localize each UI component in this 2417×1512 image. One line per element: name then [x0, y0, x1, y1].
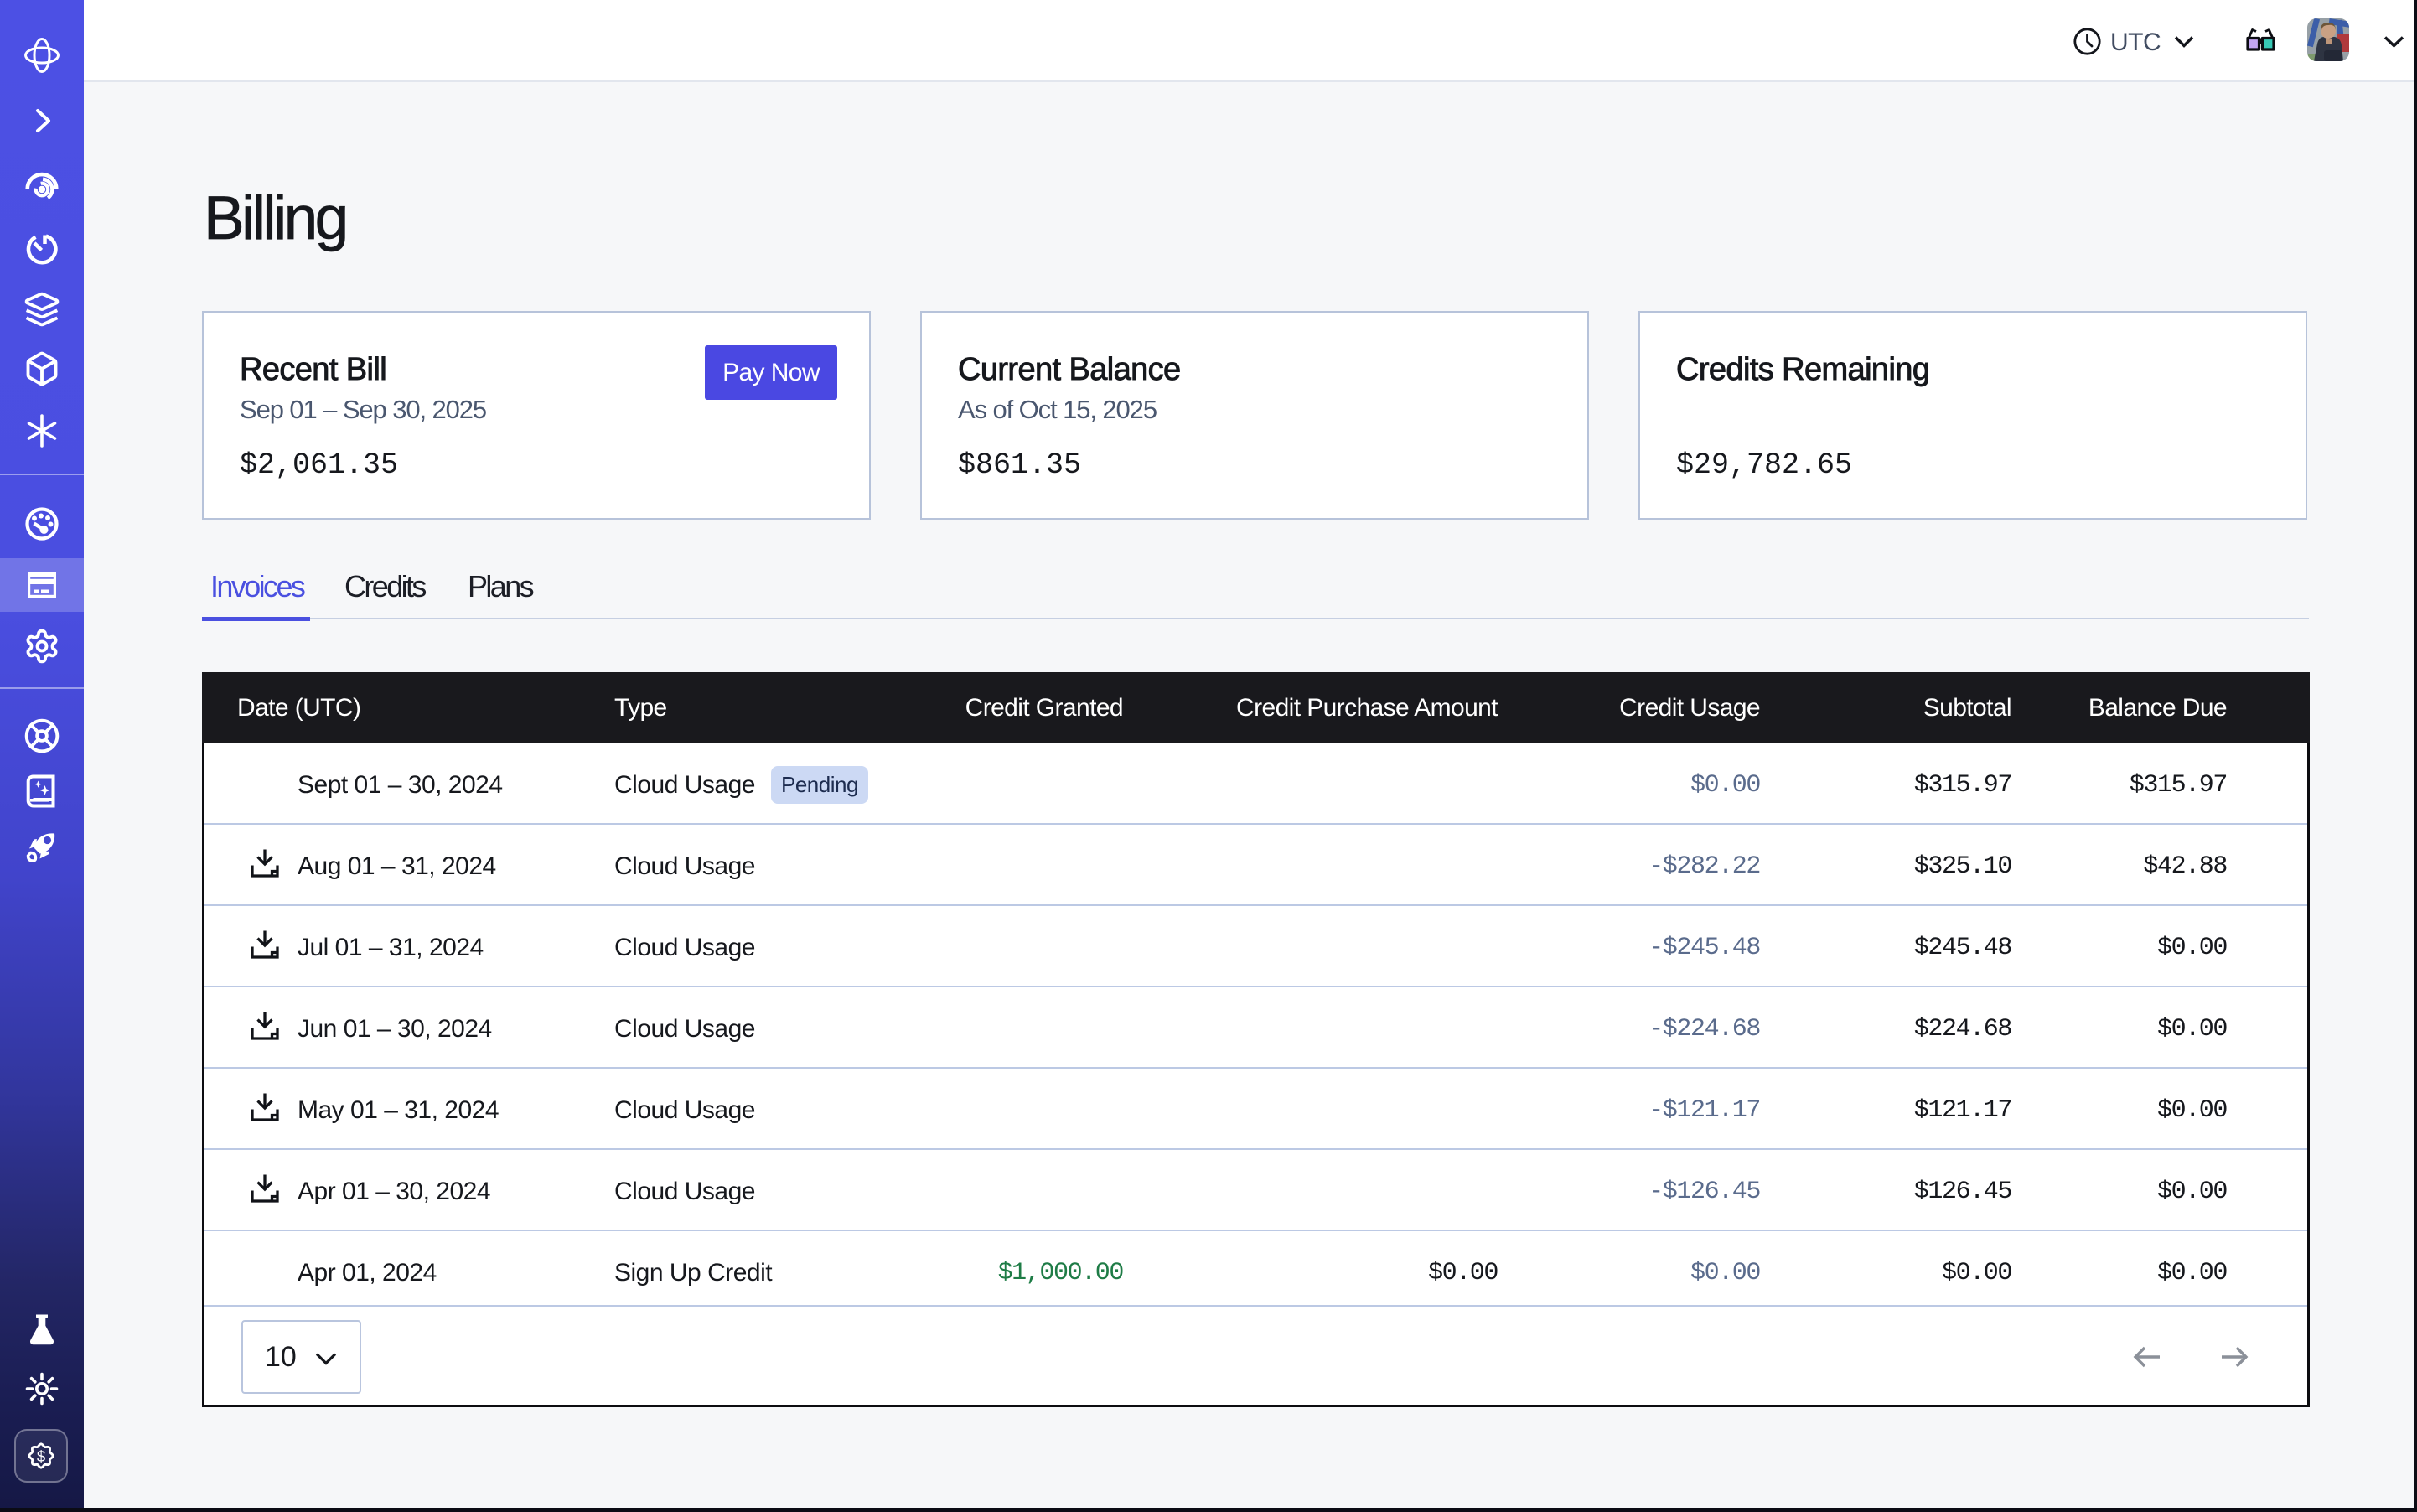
- svg-text:$: $: [37, 1447, 46, 1465]
